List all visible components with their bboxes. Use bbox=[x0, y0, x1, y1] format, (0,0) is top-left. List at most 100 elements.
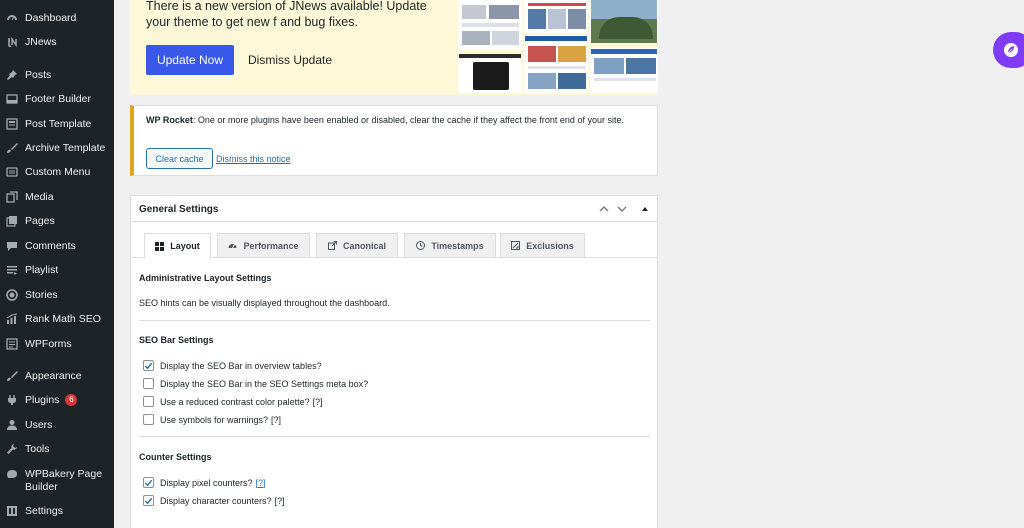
media-icon bbox=[6, 191, 18, 203]
seo-bar-metabox-option: Display the SEO Bar in the SEO Settings … bbox=[143, 378, 368, 389]
panel-header: General Settings bbox=[131, 196, 657, 222]
update-now-button[interactable]: Update Now bbox=[146, 45, 234, 75]
canonical-icon bbox=[327, 241, 337, 250]
brush-icon bbox=[6, 142, 18, 154]
tab-performance[interactable]: Performance bbox=[217, 233, 310, 258]
sidebar-item-custom-menu[interactable]: Custom Menu bbox=[0, 166, 114, 179]
wp-rocket-notice: WP Rocket: One or more plugins have been… bbox=[130, 105, 658, 176]
sidebar-item-comments[interactable]: Comments bbox=[0, 240, 114, 253]
preview-thumbnail bbox=[524, 35, 588, 93]
section-divider bbox=[139, 436, 650, 437]
section-divider bbox=[139, 320, 650, 321]
forms-icon bbox=[6, 338, 18, 350]
sidebar-item-wpbakery[interactable]: WPBakery Page Builder bbox=[0, 468, 114, 494]
users-icon bbox=[6, 419, 18, 431]
appearance-icon bbox=[6, 370, 18, 382]
sidebar-item-posts[interactable]: Posts bbox=[0, 69, 114, 82]
pixel-counters-option: Display pixel counters? [?] bbox=[143, 477, 266, 488]
leaf-icon bbox=[1004, 43, 1018, 57]
layout-icon bbox=[155, 241, 165, 251]
footer-icon bbox=[6, 93, 18, 105]
checkmark-icon bbox=[144, 497, 153, 504]
help-link[interactable]: [?] bbox=[275, 496, 285, 506]
plugins-update-badge: 6 bbox=[65, 394, 78, 406]
reduced-contrast-checkbox[interactable] bbox=[143, 396, 154, 407]
counter-settings-title: Counter Settings bbox=[139, 452, 212, 462]
tab-timestamps[interactable]: Timestamps bbox=[404, 233, 496, 258]
seo-bar-overview-checkbox[interactable] bbox=[143, 360, 154, 371]
preview-thumbnail bbox=[590, 48, 658, 93]
wpbakery-icon bbox=[6, 468, 18, 480]
symbols-warnings-option: Use symbols for warnings? [?] bbox=[143, 414, 281, 425]
sidebar-item-media[interactable]: Media bbox=[0, 191, 114, 204]
sidebar-item-post-template[interactable]: Post Template bbox=[0, 118, 114, 131]
settings-icon bbox=[6, 505, 18, 517]
checkmark-icon bbox=[144, 362, 153, 369]
dashboard-icon bbox=[6, 12, 18, 24]
tab-canonical[interactable]: Canonical bbox=[316, 233, 398, 258]
seo-bar-metabox-checkbox[interactable] bbox=[143, 378, 154, 389]
pages-icon bbox=[6, 215, 18, 227]
clock-icon bbox=[416, 241, 426, 250]
chart-icon bbox=[6, 313, 18, 325]
sidebar-item-users[interactable]: Users bbox=[0, 419, 114, 432]
general-settings-panel: General Settings Layout Performance Cano… bbox=[130, 195, 658, 528]
jnews-icon bbox=[6, 36, 18, 48]
admin-layout-description: SEO hints can be visually displayed thro… bbox=[139, 298, 390, 308]
template-icon bbox=[6, 118, 18, 130]
clear-cache-button[interactable]: Clear cache bbox=[146, 148, 213, 169]
character-counters-option: Display character counters? [?] bbox=[143, 495, 285, 506]
pixel-counters-checkbox[interactable] bbox=[143, 477, 154, 488]
playlist-icon bbox=[6, 264, 18, 276]
seo-bar-title: SEO Bar Settings bbox=[139, 335, 214, 345]
sidebar-item-stories[interactable]: Stories bbox=[0, 289, 114, 302]
sidebar-item-rank-math-seo[interactable]: Rank Math SEO bbox=[0, 313, 114, 326]
sidebar-item-playlist[interactable]: Playlist bbox=[0, 264, 114, 277]
sidebar-item-label: Plugins bbox=[25, 394, 60, 406]
sidebar-item-tools[interactable]: Tools bbox=[0, 443, 114, 456]
sidebar-item-appearance[interactable]: Appearance bbox=[0, 370, 114, 383]
sidebar-item-archive-template[interactable]: Archive Template bbox=[0, 142, 114, 155]
pin-icon bbox=[6, 69, 18, 81]
settings-tabs: Layout Performance Canonical Timestamps … bbox=[131, 222, 657, 259]
seo-bar-overview-option: Display the SEO Bar in overview tables? bbox=[143, 360, 322, 371]
help-link[interactable]: [?] bbox=[313, 397, 323, 407]
performance-icon bbox=[228, 244, 237, 249]
theme-preview-thumbnails bbox=[458, 0, 658, 95]
dismiss-update-link[interactable]: Dismiss Update bbox=[248, 53, 332, 67]
reduced-contrast-option: Use a reduced contrast color palette? [?… bbox=[143, 396, 323, 407]
admin-layout-title: Administrative Layout Settings bbox=[139, 273, 272, 283]
exclusions-icon bbox=[511, 241, 521, 250]
jnews-update-notice: There is a new version of JNews availabl… bbox=[130, 0, 658, 95]
panel-title: General Settings bbox=[139, 204, 219, 215]
sidebar-item-settings[interactable]: Settings bbox=[0, 505, 114, 518]
menu-icon bbox=[6, 166, 18, 178]
move-up-icon[interactable] bbox=[598, 203, 610, 215]
preview-thumbnail bbox=[458, 53, 522, 93]
help-link[interactable]: [?] bbox=[256, 478, 266, 488]
help-link[interactable]: [?] bbox=[271, 415, 281, 425]
checkmark-icon bbox=[144, 479, 153, 486]
character-counters-checkbox[interactable] bbox=[143, 495, 154, 506]
sidebar-item-pages[interactable]: Pages bbox=[0, 215, 114, 228]
preview-thumbnail bbox=[458, 0, 522, 50]
stories-icon bbox=[6, 289, 18, 301]
sidebar-item-plugins[interactable]: Plugins 6 bbox=[0, 394, 114, 407]
preview-thumbnail bbox=[590, 0, 658, 44]
dismiss-notice-link[interactable]: Dismiss this notice bbox=[216, 154, 291, 164]
tools-icon bbox=[6, 443, 18, 455]
sidebar-item-wpforms[interactable]: WPForms bbox=[0, 338, 114, 351]
rocket-notice-text: WP Rocket: One or more plugins have been… bbox=[146, 115, 624, 125]
jnews-notice-text: There is a new version of JNews availabl… bbox=[146, 0, 427, 29]
move-down-icon[interactable] bbox=[616, 203, 628, 215]
floating-assistant-button[interactable] bbox=[993, 32, 1024, 68]
tab-exclusions[interactable]: Exclusions bbox=[500, 233, 585, 258]
toggle-panel-icon[interactable] bbox=[639, 203, 651, 215]
sidebar-item-footer-builder[interactable]: Footer Builder bbox=[0, 93, 114, 106]
sidebar-item-jnews[interactable]: JNews bbox=[0, 36, 114, 49]
admin-sidebar: Dashboard JNews Posts Footer Builder Pos… bbox=[0, 0, 114, 528]
sidebar-item-dashboard[interactable]: Dashboard bbox=[0, 12, 114, 25]
comment-icon bbox=[6, 240, 18, 252]
symbols-warnings-checkbox[interactable] bbox=[143, 414, 154, 425]
tab-layout[interactable]: Layout bbox=[144, 233, 211, 259]
